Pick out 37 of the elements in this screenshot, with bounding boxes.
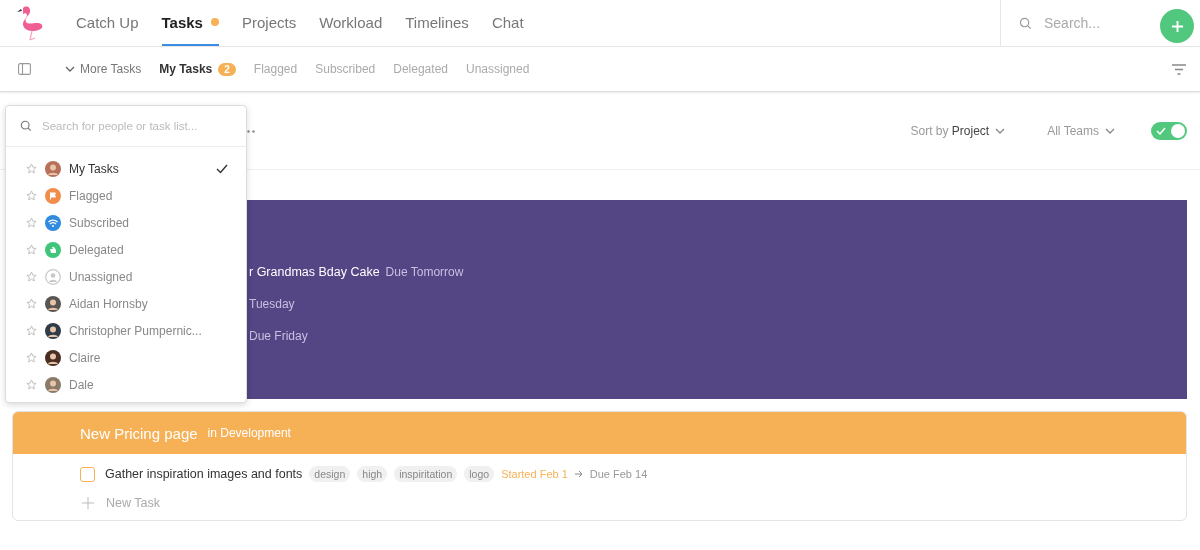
task-tab[interactable]: Flagged <box>253 62 298 76</box>
task-list-item[interactable]: Delegated <box>6 236 246 263</box>
task-list-item[interactable]: Subscribed <box>6 209 246 236</box>
task-list-item[interactable]: Flagged <box>6 182 246 209</box>
task-tag: high <box>357 466 388 482</box>
more-tasks-button[interactable]: More Tasks <box>65 62 142 76</box>
new-task-button[interactable]: New Task <box>80 496 1186 510</box>
due-date: Tuesday <box>249 296 295 311</box>
teams-dropdown[interactable]: All Teams <box>1041 122 1121 139</box>
due-date: Due Tomorrow <box>385 264 464 279</box>
nav-tab[interactable]: Tasks <box>161 0 219 46</box>
task-title[interactable]: r Grandmas Bday Cake <box>249 264 380 279</box>
task-list-item[interactable]: Unassigned <box>6 263 246 290</box>
nav-tab[interactable]: Projects <box>241 0 297 46</box>
project-status: in Development <box>207 426 291 440</box>
due-date: Due Friday <box>249 328 308 343</box>
task-tag: logo <box>464 466 495 482</box>
task-list-item[interactable]: Christopher Pumpernic... <box>6 317 246 344</box>
task-list-item[interactable]: Claire <box>6 344 246 371</box>
due-date: Due Feb 14 <box>589 468 648 480</box>
count-badge: 2 <box>218 62 236 76</box>
task-list-item[interactable]: Aidan Hornsby <box>6 290 246 317</box>
task-tag: inspiritation <box>394 466 458 482</box>
sort-dropdown[interactable]: Sort by Project <box>904 122 1012 139</box>
nav-tab[interactable]: Chat <box>491 0 524 46</box>
task-tab[interactable]: Delegated <box>393 62 448 76</box>
task-tag: design <box>309 466 351 482</box>
nav-tab[interactable]: Timelines <box>405 0 469 46</box>
task-title[interactable]: Gather inspiration images and fonts <box>105 467 303 481</box>
nav-tab[interactable]: Workload <box>319 0 383 46</box>
task-tab[interactable]: Subscribed <box>315 62 376 76</box>
task-list-item[interactable]: My Tasks <box>6 155 246 182</box>
start-date: Started Feb 1 <box>501 468 568 480</box>
task-tab[interactable]: My Tasks 2 <box>159 62 236 76</box>
nav-tab[interactable]: Catch Up <box>76 0 139 46</box>
task-list-item[interactable]: Dale <box>6 371 246 398</box>
task-tab[interactable]: Unassigned <box>466 62 530 76</box>
